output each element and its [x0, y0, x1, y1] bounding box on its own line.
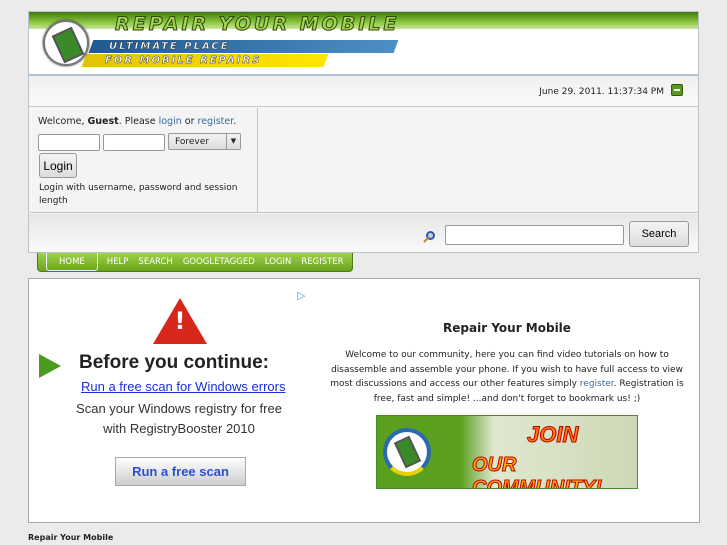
welcome-text: Welcome to our community, here you can f… [319, 348, 695, 406]
footer-title: Repair Your Mobile [28, 533, 114, 542]
nav-register[interactable]: REGISTER [296, 253, 348, 271]
play-arrow-icon [39, 354, 61, 378]
chevron-down-icon: ▼ [226, 134, 240, 149]
forum-container: REPAIR YOUR MOBILE ULTIMATE PLACE FOR MO… [28, 11, 699, 253]
header-banner: REPAIR YOUR MOBILE ULTIMATE PLACE FOR MO… [29, 12, 698, 76]
logo-tagline-1: ULTIMATE PLACE [109, 41, 230, 52]
content-box: ▷ ! Before you continue: Run a free scan… [28, 278, 700, 523]
upper-right-panel [258, 108, 698, 213]
logo-title: REPAIR YOUR MOBILE [114, 13, 400, 36]
nav-search[interactable]: SEARCH [133, 253, 177, 271]
welcome-title: Repair Your Mobile [443, 321, 571, 335]
login-button[interactable]: Login [39, 153, 77, 178]
welcome-prefix: Welcome, [38, 116, 88, 127]
login-panel: Welcome, Guest. Please login or register… [30, 108, 258, 213]
login-hint: Login with username, password and sessio… [39, 183, 238, 206]
login-link[interactable]: login [159, 116, 182, 127]
ad-line-1: Scan your Windows registry for free [76, 401, 282, 416]
adchoices-icon[interactable]: ▷ [297, 289, 305, 302]
register-link[interactable]: register [198, 116, 234, 127]
ad-link[interactable]: Run a free scan for Windows errors [81, 379, 285, 394]
nav-googletagged[interactable]: GOOGLETAGGED [178, 253, 260, 271]
date-bar: June 29. 2011. 11:37:34 PM [29, 76, 698, 107]
welcome-register-link[interactable]: register [580, 379, 614, 389]
logo-badge-icon [383, 428, 431, 476]
period: . [233, 116, 237, 127]
search-icon [426, 231, 435, 240]
join-community-banner[interactable]: JOIN OUR COMMUNITY! [376, 415, 638, 489]
nav-login[interactable]: LOGIN [260, 253, 297, 271]
session-length-value: Forever [175, 137, 209, 147]
guest-name: Guest [87, 116, 119, 127]
welcome-line: Welcome, Guest. Please login or register… [38, 116, 249, 127]
nav-help[interactable]: HELP [102, 253, 134, 271]
warning-exclamation: ! [174, 307, 186, 335]
username-input[interactable] [38, 134, 100, 151]
please-text: . Please [118, 116, 159, 127]
logo-tagline-2: FOR MOBILE REPAIRS [105, 55, 262, 66]
banner-join-text: JOIN [526, 422, 579, 448]
logo-badge-icon [43, 20, 89, 66]
search-input[interactable] [445, 225, 624, 245]
search-button[interactable]: Search [629, 221, 689, 247]
ad-scan-button[interactable]: Run a free scan [115, 457, 246, 486]
collapse-header-icon[interactable] [671, 84, 683, 96]
ad-line-2: with RegistryBooster 2010 [103, 421, 255, 436]
current-datetime: June 29. 2011. 11:37:34 PM [539, 87, 664, 97]
session-length-select[interactable]: Forever ▼ [168, 133, 241, 150]
ad-headline: Before you continue: [79, 352, 270, 373]
main-nav: HOME HELP SEARCH GOOGLETAGGED LOGIN REGI… [37, 253, 353, 272]
password-input[interactable] [103, 134, 165, 151]
nav-home[interactable]: HOME [46, 253, 98, 271]
banner-community-text: OUR COMMUNITY! [472, 454, 603, 489]
search-bar: Search [29, 214, 698, 252]
or-text: or [181, 116, 198, 127]
